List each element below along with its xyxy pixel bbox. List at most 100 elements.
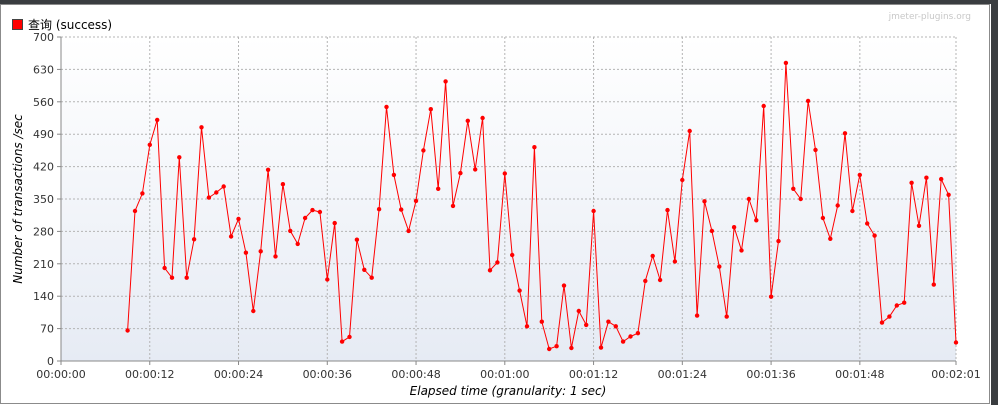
data-point [502,171,507,176]
x-tick-label: 00:00:12 [125,368,174,381]
data-point [539,319,544,324]
data-point [680,177,685,183]
y-tick-label: 490 [33,128,54,141]
data-point [465,118,470,124]
data-point [288,228,293,234]
data-point [584,322,589,328]
data-point [524,324,530,329]
data-point [184,275,189,280]
y-tick-label: 140 [33,290,54,303]
data-point [547,346,552,352]
data-point [273,254,278,259]
data-point [495,260,500,265]
data-point [369,275,374,280]
data-point [591,208,596,214]
data-point [650,253,655,259]
data-point [620,339,626,344]
data-point [317,209,323,215]
data-point [687,128,692,134]
data-point [916,223,922,228]
x-tick-label: 00:01:12 [569,368,618,381]
data-point [761,103,766,109]
data-point [561,283,567,288]
data-point [857,172,862,178]
data-point [694,313,700,318]
data-point [791,186,796,191]
data-point [783,60,789,66]
x-tick-label: 00:01:24 [658,368,707,381]
data-point [169,275,175,280]
y-tick-label: 70 [40,323,54,336]
data-point [554,344,559,349]
data-point [243,250,249,255]
x-tick-label: 00:00:36 [303,368,352,381]
data-point [354,237,360,242]
y-tick-label: 560 [33,96,54,109]
data-point [657,277,663,283]
x-tick-label: 00:00:00 [36,368,85,381]
data-point [709,228,715,234]
line-chart: 070140210280350420490560630700 00:00:00 0… [11,31,981,398]
data-point [946,192,951,197]
data-point [842,131,848,136]
data-point [628,334,633,339]
data-point [754,218,759,223]
data-point [376,207,382,212]
data-point [953,340,959,345]
data-point [702,199,707,204]
data-point [798,196,803,202]
data-point [613,324,618,329]
y-tick-label: 420 [33,161,54,174]
data-point [162,265,167,271]
data-point [931,282,936,287]
data-point [191,237,197,242]
data-point [805,98,811,104]
data-point [879,320,885,325]
data-point [635,331,641,336]
data-point [125,328,130,333]
data-point [739,248,744,253]
data-point [731,225,737,230]
data-point [517,288,522,293]
data-point [724,314,729,319]
data-point [325,277,330,282]
x-tick-label: 00:01:00 [480,368,529,381]
data-point [280,182,286,187]
data-point [909,180,914,185]
y-tick-label: 0 [47,355,54,368]
data-point [302,215,308,221]
data-point [206,195,212,200]
data-point [487,268,493,273]
data-point [850,208,855,214]
x-tick-label: 00:00:24 [214,368,263,381]
data-point [347,334,352,340]
data-point [140,191,145,196]
data-point [820,215,826,221]
data-point [872,233,877,238]
data-point [221,184,226,189]
data-point [643,278,648,284]
data-point [458,170,463,176]
data-point [828,236,833,241]
data-point [428,107,433,112]
data-point [310,207,315,213]
y-tick-label: 350 [33,193,54,206]
data-point [768,294,774,299]
y-axis-title: Number of transactions /sec [11,114,25,284]
x-tick-labels: 00:00:00 00:00:12 00:00:24 00:00:36 00:00:48… [36,361,981,381]
x-tick-label: 00:01:48 [835,368,884,381]
data-point [746,196,752,202]
data-point [295,241,300,247]
data-point [776,238,781,244]
data-point [665,207,670,213]
data-point [480,115,485,121]
data-point [362,267,367,272]
data-point [443,79,448,84]
data-point [258,249,263,254]
x-axis-title: Elapsed time (granularity: 1 sec) [410,384,607,398]
data-point [391,172,397,178]
y-tick-label: 210 [33,258,54,271]
data-point [332,220,337,226]
data-point [265,167,271,172]
data-point [924,175,929,180]
